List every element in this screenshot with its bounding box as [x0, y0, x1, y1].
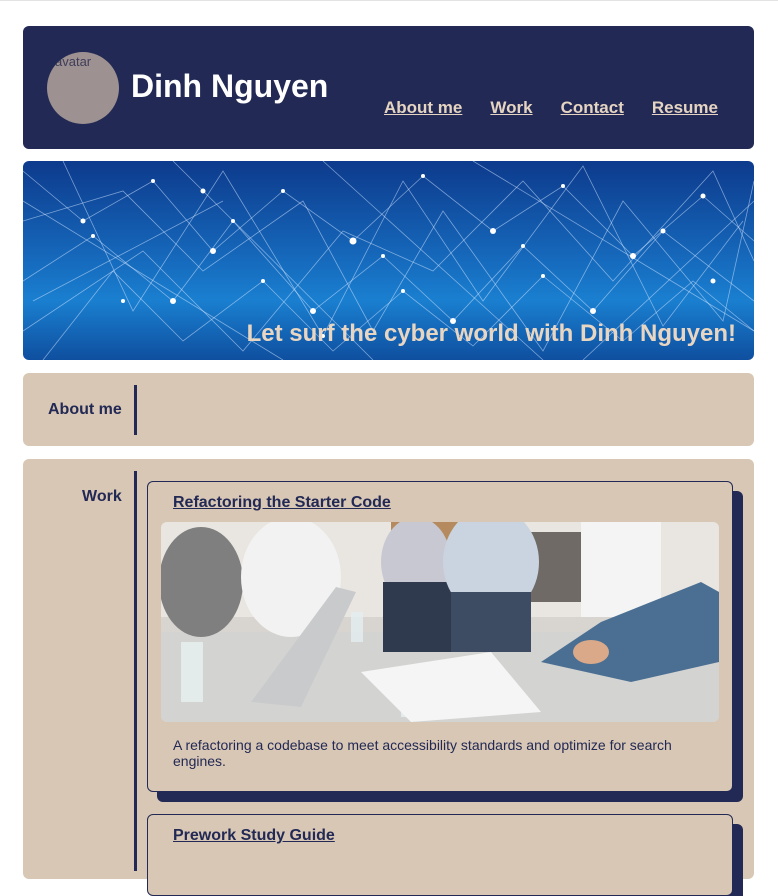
- project-card: Prework Study Guide: [147, 814, 733, 896]
- top-divider: [0, 0, 778, 1]
- site-title: Dinh Nguyen: [131, 68, 329, 104]
- avatar: avatar: [47, 52, 119, 124]
- work-section-label: Work: [82, 488, 122, 505]
- work-section-divider: [134, 471, 137, 871]
- main-nav: About me Work Contact Resume: [384, 98, 718, 118]
- project-image[interactable]: [161, 522, 719, 722]
- avatar-alt-text: avatar: [55, 54, 92, 69]
- nav-link-resume[interactable]: Resume: [652, 98, 718, 118]
- project-title-link[interactable]: Prework Study Guide: [173, 826, 335, 846]
- about-section-divider: [134, 385, 137, 435]
- project-description: A refactoring a codebase to meet accessi…: [173, 737, 672, 769]
- about-section-label: About me: [48, 401, 122, 418]
- project-card: Refactoring the Starter Code A refactori…: [147, 481, 733, 792]
- site-header: avatar Dinh Nguyen About me Work Contact…: [23, 26, 754, 149]
- nav-link-work[interactable]: Work: [490, 98, 532, 118]
- office-meeting-photo: [161, 522, 719, 722]
- nav-link-contact[interactable]: Contact: [561, 98, 624, 118]
- work-section: Work Refactoring the Starter Code A refa…: [23, 459, 754, 896]
- project-title-link[interactable]: Refactoring the Starter Code: [173, 493, 391, 513]
- hero-banner: Let surf the cyber world with Dinh Nguye…: [23, 161, 754, 360]
- hero-tagline: Let surf the cyber world with Dinh Nguye…: [246, 320, 736, 347]
- about-section: About me: [23, 373, 754, 446]
- nav-link-about-me[interactable]: About me: [384, 98, 462, 118]
